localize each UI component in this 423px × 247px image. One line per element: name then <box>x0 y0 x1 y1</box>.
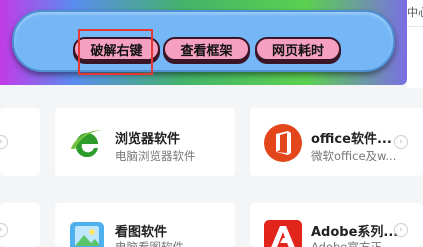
card-title: 浏览器软件 <box>115 132 181 147</box>
crack-right-click-button[interactable]: 破解右键 <box>73 37 160 61</box>
category-card-browser[interactable]: 浏览器软件 电脑浏览器软件 <box>55 108 235 176</box>
card-description: Adobe官方正... <box>311 240 393 247</box>
divider <box>407 26 423 27</box>
category-card-image-viewer[interactable]: 看图软件 电脑看图软件 <box>55 203 235 247</box>
chevron-right-icon: › <box>0 135 8 149</box>
view-frames-button[interactable]: 查看框架 <box>163 37 250 61</box>
chevron-right-icon: › <box>0 223 8 237</box>
partial-card-left-top[interactable]: › <box>0 108 40 176</box>
adobe-icon <box>264 220 302 247</box>
card-description: 微软office及w... <box>311 149 397 163</box>
chevron-right-icon: › <box>394 223 408 237</box>
card-title: 看图软件 <box>115 225 168 240</box>
category-card-office[interactable]: office软件... 微软office及w... › <box>250 108 423 176</box>
partial-card-left-bottom[interactable]: › <box>0 203 40 247</box>
card-title: office软件... <box>311 132 392 147</box>
chevron-right-icon: › <box>394 135 408 149</box>
card-description: 电脑浏览器软件 <box>115 149 196 163</box>
card-title: Adobe系列... <box>311 225 399 240</box>
green-e-browser-icon <box>71 130 104 158</box>
category-card-adobe[interactable]: Adobe系列... Adobe官方正... › <box>250 203 423 247</box>
card-description: 电脑看图软件 <box>115 240 184 247</box>
office-icon <box>264 124 302 162</box>
page-timing-button[interactable]: 网页耗时 <box>255 37 341 61</box>
right-panel-text[interactable]: 中心 <box>407 4 423 20</box>
image-viewer-icon <box>70 222 104 247</box>
